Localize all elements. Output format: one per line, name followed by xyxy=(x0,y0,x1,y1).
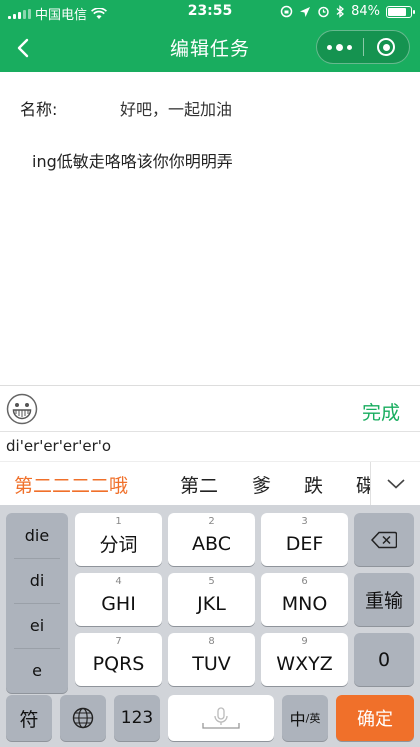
candidate-item[interactable]: 第二 xyxy=(180,471,218,498)
status-bar: 中国电信 23:55 84% xyxy=(0,0,420,24)
description-textarea[interactable]: ing低敏走咯咯该你你明明弄 xyxy=(32,148,233,172)
pinyin-option[interactable]: e xyxy=(6,648,68,693)
ime-candidate-bar: 第二二二二哦 第二 爹 跌 碟 xyxy=(0,461,420,505)
battery-icon xyxy=(386,5,415,18)
orientation-lock-icon xyxy=(280,5,293,18)
alarm-icon xyxy=(318,6,329,18)
key-1[interactable]: 1 分词 xyxy=(75,513,162,566)
name-label: 名称: xyxy=(20,100,58,119)
key-8[interactable]: 8 TUV xyxy=(168,633,255,686)
more-button[interactable] xyxy=(317,31,363,63)
target-icon xyxy=(377,38,396,56)
language-switch-key[interactable]: 中/英 xyxy=(282,695,328,741)
pinyin-option[interactable]: die xyxy=(6,513,68,558)
mini-program-capsule xyxy=(316,30,410,64)
key-5[interactable]: 5 JKL xyxy=(168,573,255,626)
backspace-icon xyxy=(371,531,397,548)
key-7[interactable]: 7 PQRS xyxy=(75,633,162,686)
candidate-item[interactable]: 跌 xyxy=(304,471,323,498)
keyboard: die di ei e 1 分词 2 ABC 3 DEF 4 GHI 5 JKL… xyxy=(0,505,420,747)
nav-bar: 编辑任务 xyxy=(0,24,420,72)
battery-percent: 84% xyxy=(351,4,380,19)
globe-key[interactable] xyxy=(60,695,106,741)
emoji-icon[interactable] xyxy=(6,393,38,425)
more-dots-icon xyxy=(327,43,353,51)
microphone-icon xyxy=(202,707,240,729)
delete-key[interactable] xyxy=(354,513,414,566)
key-9[interactable]: 9 WXYZ xyxy=(261,633,348,686)
key-0[interactable]: 0 xyxy=(354,633,414,686)
ime-composition: di'er'er'er'er'o xyxy=(0,431,420,461)
key-2[interactable]: 2 ABC xyxy=(168,513,255,566)
globe-icon xyxy=(72,707,94,729)
key-3[interactable]: 3 DEF xyxy=(261,513,348,566)
chevron-down-icon xyxy=(386,479,405,489)
pinyin-option[interactable]: ei xyxy=(6,603,68,648)
reinput-key[interactable]: 重输 xyxy=(354,573,414,626)
candidate-item[interactable]: 爹 xyxy=(252,471,271,498)
pinyin-option[interactable]: di xyxy=(6,558,68,603)
bluetooth-icon xyxy=(336,5,345,18)
candidate-item[interactable]: 第二二二二哦 xyxy=(14,471,128,498)
close-mini-program-button[interactable] xyxy=(364,31,410,63)
key-6[interactable]: 6 MNO xyxy=(261,573,348,626)
number-switch-key[interactable]: 123 xyxy=(114,695,160,741)
symbol-key[interactable]: 符 xyxy=(6,695,52,741)
done-button[interactable]: 完成 xyxy=(362,398,400,425)
pinyin-options: die di ei e xyxy=(6,513,68,693)
name-input[interactable]: 好吧，一起加油 xyxy=(120,96,232,120)
key-4[interactable]: 4 GHI xyxy=(75,573,162,626)
confirm-key[interactable]: 确定 xyxy=(336,695,414,741)
top-bar: 中国电信 23:55 84% 编辑任务 xyxy=(0,0,420,72)
keyboard-toolbar: 完成 xyxy=(0,385,420,431)
space-key[interactable] xyxy=(168,695,274,741)
location-icon xyxy=(300,6,311,17)
expand-candidates-button[interactable] xyxy=(370,462,420,505)
